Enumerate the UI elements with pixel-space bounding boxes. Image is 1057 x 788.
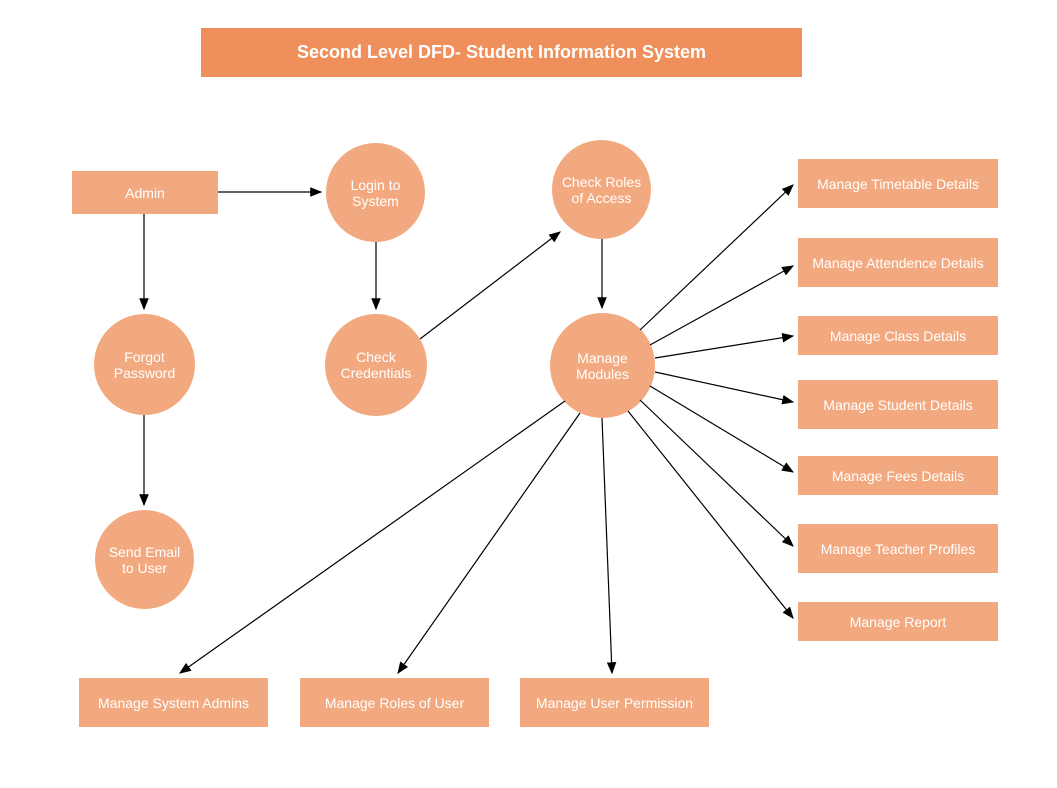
node-sys-admins-label: Manage System Admins	[98, 695, 249, 711]
node-roles-user-label: Manage Roles of User	[325, 695, 464, 711]
node-admin: Admin	[72, 171, 218, 214]
node-class: Manage Class Details	[798, 316, 998, 355]
node-forgot: Forgot Password	[94, 314, 195, 415]
node-login-label: Login to System	[332, 177, 419, 209]
node-student-label: Manage Student Details	[823, 397, 972, 413]
node-user-perm: Manage User Permission	[520, 678, 709, 727]
node-user-perm-label: Manage User Permission	[536, 695, 693, 711]
node-forgot-label: Forgot Password	[100, 349, 189, 381]
node-teacher-label: Manage Teacher Profiles	[821, 541, 976, 557]
node-attendance-label: Manage Attendence Details	[812, 255, 983, 271]
node-timetable-label: Manage Timetable Details	[817, 176, 979, 192]
diagram-title: Second Level DFD- Student Information Sy…	[201, 28, 802, 77]
node-modules-label: Manage Modules	[556, 350, 649, 382]
node-attendance: Manage Attendence Details	[798, 238, 998, 287]
node-roles-label: Check Roles of Access	[558, 174, 645, 206]
node-fees-label: Manage Fees Details	[832, 468, 964, 484]
node-modules: Manage Modules	[550, 313, 655, 418]
node-fees: Manage Fees Details	[798, 456, 998, 495]
node-send-email: Send Email to User	[95, 510, 194, 609]
node-sys-admins: Manage System Admins	[79, 678, 268, 727]
node-teacher: Manage Teacher Profiles	[798, 524, 998, 573]
node-class-label: Manage Class Details	[830, 328, 966, 344]
node-credentials-label: Check Credentials	[331, 349, 421, 381]
node-credentials: Check Credentials	[325, 314, 427, 416]
node-report: Manage Report	[798, 602, 998, 641]
node-roles: Check Roles of Access	[552, 140, 651, 239]
node-report-label: Manage Report	[850, 614, 947, 630]
node-send-email-label: Send Email to User	[101, 544, 188, 576]
node-login: Login to System	[326, 143, 425, 242]
node-roles-user: Manage Roles of User	[300, 678, 489, 727]
node-admin-label: Admin	[125, 185, 165, 201]
node-timetable: Manage Timetable Details	[798, 159, 998, 208]
diagram-title-text: Second Level DFD- Student Information Sy…	[297, 42, 706, 63]
node-student: Manage Student Details	[798, 380, 998, 429]
